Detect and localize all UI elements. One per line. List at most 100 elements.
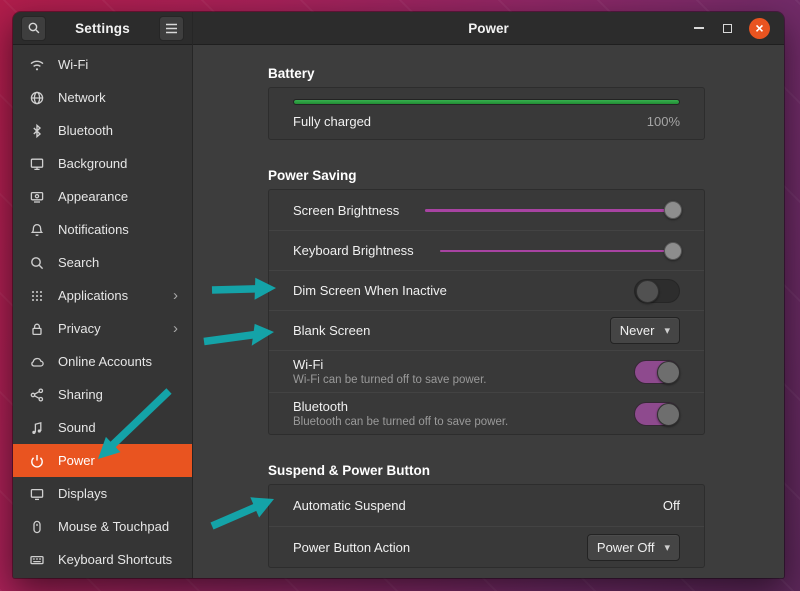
- sidebar-item-label: Online Accounts: [58, 354, 182, 369]
- sidebar: Settings Wi-Fi Network: [13, 12, 193, 578]
- sidebar-item-applications[interactable]: Applications ›: [13, 279, 192, 312]
- bluetooth-row-title: Bluetooth: [293, 399, 634, 414]
- background-icon: [29, 156, 45, 172]
- search-button[interactable]: [21, 16, 46, 41]
- sidebar-item-label: Bluetooth: [58, 123, 182, 138]
- keyboard-shortcuts-icon: [29, 552, 45, 568]
- sidebar-item-wifi[interactable]: Wi-Fi: [13, 48, 192, 81]
- blank-screen-label: Blank Screen: [293, 323, 370, 338]
- chevron-down-icon: ▾: [664, 541, 670, 554]
- power-saving-card: Screen Brightness Keyboard Brightness: [268, 189, 705, 435]
- power-button-action-value: Power Off: [597, 540, 655, 555]
- sidebar-item-label: Appearance: [58, 189, 182, 204]
- sidebar-item-privacy[interactable]: Privacy ›: [13, 312, 192, 345]
- bluetooth-row-subtitle: Bluetooth can be turned off to save powe…: [293, 416, 634, 428]
- maximize-button[interactable]: [720, 21, 734, 35]
- bluetooth-toggle[interactable]: [634, 402, 680, 426]
- slider-thumb[interactable]: [664, 201, 682, 219]
- sidebar-item-label: Keyboard Shortcuts: [58, 552, 182, 567]
- sidebar-title: Settings: [52, 21, 153, 36]
- suspend-card: Automatic Suspend Off Power Button Actio…: [268, 484, 705, 568]
- sidebar-item-label: Wi-Fi: [58, 57, 182, 72]
- slider-thumb[interactable]: [664, 242, 682, 260]
- power-settings-content: Battery Fully charged 100% Power Saving: [193, 45, 784, 578]
- sidebar-nav: Wi-Fi Network Bluetooth Background Appea: [13, 45, 192, 576]
- blank-screen-value: Never: [620, 323, 655, 338]
- search-icon: [29, 255, 45, 271]
- sidebar-headerbar: Settings: [13, 12, 192, 45]
- sidebar-item-search[interactable]: Search: [13, 246, 192, 279]
- screen-brightness-slider[interactable]: [425, 199, 680, 221]
- sidebar-item-appearance[interactable]: Appearance: [13, 180, 192, 213]
- section-title-suspend: Suspend & Power Button: [268, 463, 705, 478]
- minimize-button[interactable]: [693, 21, 705, 35]
- desktop-wallpaper: Settings Wi-Fi Network: [0, 0, 800, 591]
- sidebar-item-background[interactable]: Background: [13, 147, 192, 180]
- network-icon: [29, 90, 45, 106]
- sidebar-item-network[interactable]: Network: [13, 81, 192, 114]
- notifications-icon: [29, 222, 45, 238]
- wifi-icon: [29, 57, 45, 73]
- online-accounts-icon: [29, 354, 45, 370]
- search-icon: [27, 21, 41, 35]
- dim-screen-label: Dim Screen When Inactive: [293, 283, 447, 298]
- keyboard-brightness-row: Keyboard Brightness: [269, 230, 704, 270]
- battery-percent-label: 100%: [647, 114, 680, 129]
- privacy-icon: [29, 321, 45, 337]
- sidebar-item-label: Displays: [58, 486, 182, 501]
- sidebar-item-label: Background: [58, 156, 182, 171]
- sidebar-item-notifications[interactable]: Notifications: [13, 213, 192, 246]
- appearance-icon: [29, 189, 45, 205]
- sidebar-item-sound[interactable]: Sound: [13, 411, 192, 444]
- sidebar-item-label: Search: [58, 255, 182, 270]
- wifi-toggle[interactable]: [634, 360, 680, 384]
- wifi-row-subtitle: Wi-Fi can be turned off to save power.: [293, 374, 634, 386]
- screen-brightness-label: Screen Brightness: [293, 203, 399, 218]
- sound-icon: [29, 420, 45, 436]
- chevron-down-icon: ▾: [664, 324, 670, 337]
- chevron-right-icon: ›: [173, 288, 182, 303]
- power-button-action-dropdown[interactable]: Power Off ▾: [587, 534, 680, 561]
- close-button[interactable]: ×: [749, 18, 770, 39]
- keyboard-brightness-slider[interactable]: [440, 240, 680, 262]
- sidebar-item-displays[interactable]: Displays: [13, 477, 192, 510]
- section-title-power-saving: Power Saving: [268, 168, 705, 183]
- main-headerbar: Power ×: [193, 12, 784, 45]
- power-saving-section: Power Saving Screen Brightness Keyboard: [268, 168, 705, 435]
- automatic-suspend-value: Off: [663, 498, 680, 513]
- sidebar-item-online-accounts[interactable]: Online Accounts: [13, 345, 192, 378]
- bluetooth-power-row: Bluetooth Bluetooth can be turned off to…: [269, 392, 704, 434]
- sidebar-item-label: Sound: [58, 420, 182, 435]
- keyboard-brightness-label: Keyboard Brightness: [293, 243, 414, 258]
- mouse-touchpad-icon: [29, 519, 45, 535]
- sidebar-item-power[interactable]: Power: [13, 444, 192, 477]
- sidebar-item-bluetooth[interactable]: Bluetooth: [13, 114, 192, 147]
- sidebar-item-label: Mouse & Touchpad: [58, 519, 182, 534]
- dim-screen-toggle[interactable]: [634, 279, 680, 303]
- minimize-icon: [694, 27, 704, 29]
- dim-screen-row: Dim Screen When Inactive: [269, 270, 704, 310]
- menu-button[interactable]: [159, 16, 184, 41]
- main-panel: Power × Battery Fully charged 100%: [193, 12, 784, 578]
- menu-icon: [165, 23, 178, 34]
- sidebar-item-label: Applications: [58, 288, 160, 303]
- sidebar-item-sharing[interactable]: Sharing: [13, 378, 192, 411]
- power-button-action-row: Power Button Action Power Off ▾: [269, 526, 704, 567]
- sharing-icon: [29, 387, 45, 403]
- battery-progress-bar: [293, 99, 680, 105]
- blank-screen-dropdown[interactable]: Never ▾: [610, 317, 680, 344]
- sidebar-item-keyboard-shortcuts[interactable]: Keyboard Shortcuts: [13, 543, 192, 576]
- settings-window: Settings Wi-Fi Network: [13, 12, 784, 578]
- sidebar-item-label: Network: [58, 90, 182, 105]
- battery-section: Battery Fully charged 100%: [268, 66, 705, 140]
- displays-icon: [29, 486, 45, 502]
- automatic-suspend-row[interactable]: Automatic Suspend Off: [269, 485, 704, 526]
- blank-screen-row: Blank Screen Never ▾: [269, 310, 704, 350]
- close-icon: ×: [755, 21, 763, 35]
- wifi-power-row: Wi-Fi Wi-Fi can be turned off to save po…: [269, 350, 704, 392]
- sidebar-item-mouse-touchpad[interactable]: Mouse & Touchpad: [13, 510, 192, 543]
- power-button-action-label: Power Button Action: [293, 540, 410, 555]
- screen-brightness-row: Screen Brightness: [269, 190, 704, 230]
- bluetooth-icon: [29, 123, 45, 139]
- suspend-section: Suspend & Power Button Automatic Suspend…: [268, 463, 705, 568]
